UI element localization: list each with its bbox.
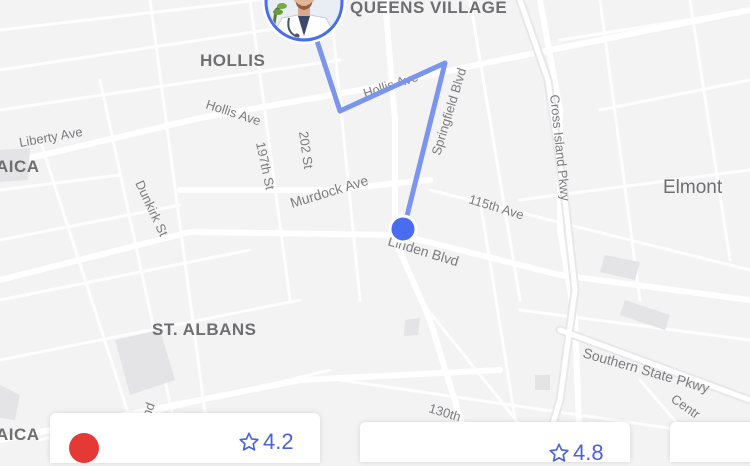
area-label-jamaica-bottom: AICA <box>0 425 40 444</box>
location-pin-icon <box>69 433 99 463</box>
area-label-jamaica-top: AICA <box>0 157 40 176</box>
rating-value: 4.8 <box>573 440 604 465</box>
map-canvas[interactable]: QUEENS VILLAGE HOLLIS ST. ALBANS Elmont … <box>0 0 750 450</box>
rating-value: 4.2 <box>263 429 294 454</box>
rating: 4.2 <box>238 429 294 455</box>
provider-card-1[interactable]: 4.2 <box>50 413 320 463</box>
area-label-queens-village: QUEENS VILLAGE <box>350 0 507 17</box>
area-label-hollis: HOLLIS <box>200 51 265 70</box>
provider-card-3[interactable] <box>670 422 750 462</box>
area-label-st-albans: ST. ALBANS <box>152 320 257 339</box>
provider-card-2[interactable]: 4.8 <box>360 422 630 465</box>
current-location-dot <box>388 214 418 244</box>
rating: 4.8 <box>548 440 604 466</box>
area-label-elmont: Elmont <box>663 177 723 198</box>
star-icon <box>549 443 569 462</box>
